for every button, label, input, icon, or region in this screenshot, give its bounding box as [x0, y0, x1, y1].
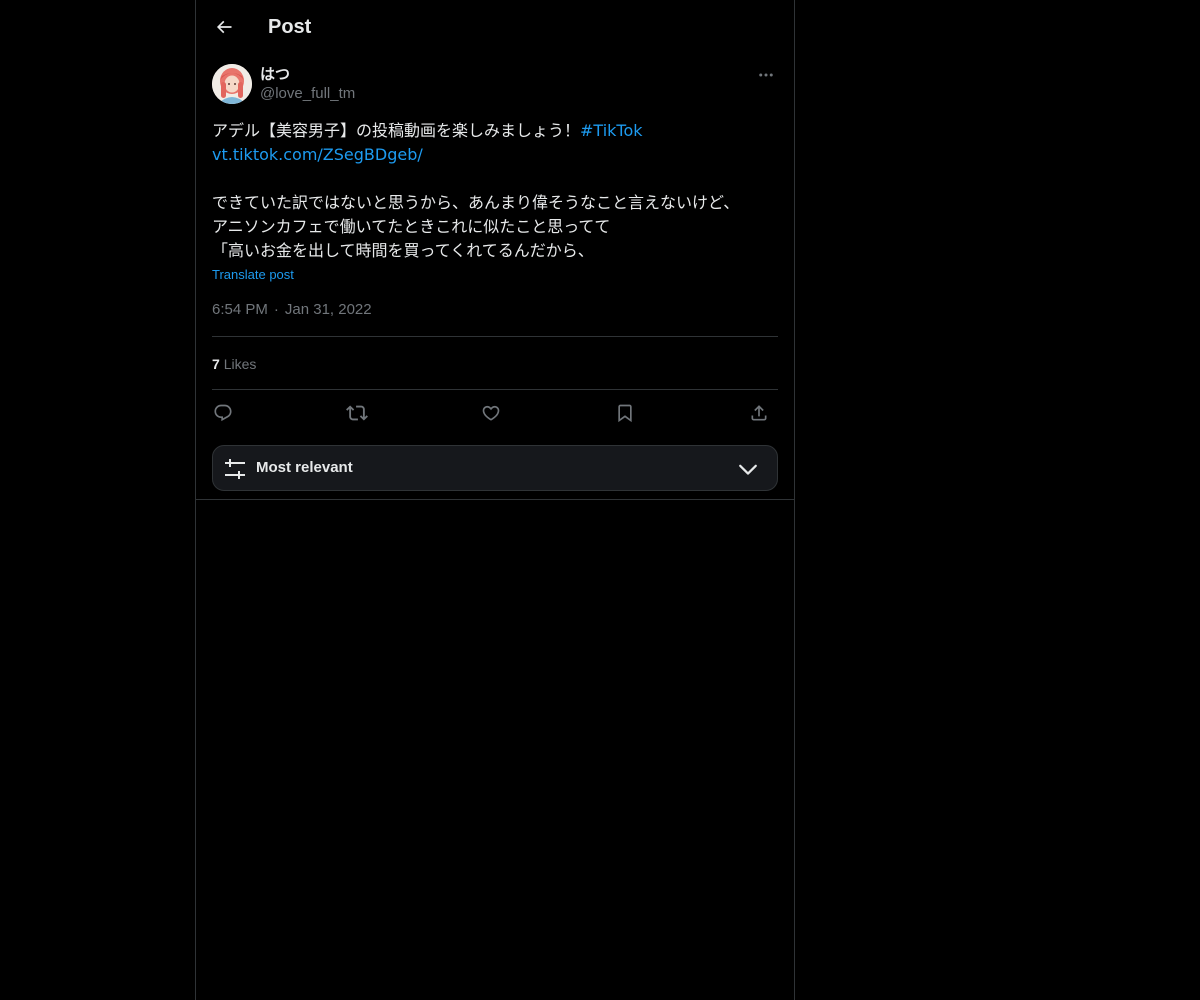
post-timestamp[interactable]: 6:54 PM · Jan 31, 2022 — [212, 300, 372, 320]
avatar[interactable] — [212, 64, 252, 104]
post-text-line-5: 「高いお金を出して時間を買ってくれてるんだから、 — [212, 241, 594, 260]
post-author[interactable]: はつ @love_full_tm — [260, 64, 355, 104]
reply-button[interactable] — [210, 400, 236, 426]
top-bar: Post — [196, 0, 794, 54]
divider — [212, 336, 778, 337]
post-text-line-1: アデル【美容男子】の投稿動画を楽しみましょう！#TikTok — [212, 119, 778, 143]
post-text-blank-line — [212, 167, 778, 191]
more-horizontal-icon — [759, 73, 773, 77]
author-handle[interactable]: @love_full_tm — [260, 84, 355, 104]
post-time: 6:54 PM — [212, 301, 268, 318]
repost-button[interactable] — [344, 400, 370, 426]
reply-icon — [214, 404, 232, 422]
tiktok-link[interactable]: vt.tiktok.com/ZSegBDgeb/ — [212, 145, 423, 164]
bookmark-button[interactable] — [612, 400, 638, 426]
post-date: Jan 31, 2022 — [284, 301, 372, 318]
like-button[interactable] — [478, 400, 504, 426]
repost-icon — [346, 405, 368, 421]
section-divider — [196, 499, 794, 500]
bookmark-icon — [618, 404, 632, 423]
post-text-content: アデル【美容男子】の投稿動画を楽しみましょう！ — [212, 121, 581, 140]
share-button[interactable] — [746, 400, 772, 426]
chevron-down-icon — [739, 464, 757, 475]
sliders-icon — [225, 459, 245, 479]
post-text-line-3: できていた訳ではないと思うから、あんまり偉そうなこと言えないけど、 — [212, 193, 740, 212]
hashtag-link[interactable]: #TikTok — [580, 121, 643, 140]
back-button[interactable] — [210, 13, 238, 41]
sort-replies-dropdown[interactable]: Most relevant — [212, 445, 778, 491]
more-options-button[interactable] — [754, 64, 778, 86]
likes-label: Likes — [223, 356, 257, 372]
author-display-name[interactable]: はつ — [260, 64, 355, 84]
page-title: Post — [268, 16, 312, 38]
heart-icon — [482, 405, 500, 421]
main-column: Post はつ @love_full_tm アデル【美容男子】の投稿動画を楽しみ… — [195, 0, 795, 1000]
translate-post-link[interactable]: Translate post — [212, 266, 294, 284]
avatar-image — [212, 64, 252, 104]
arrow-left-icon — [216, 20, 232, 34]
likes-count[interactable]: 7 Likes — [212, 354, 256, 374]
divider — [212, 389, 778, 390]
share-icon — [751, 405, 767, 421]
separator-dot: · — [273, 301, 279, 318]
post-text: アデル【美容男子】の投稿動画を楽しみましょう！#TikTok vt.tiktok… — [212, 119, 778, 263]
post-actions — [212, 400, 778, 426]
post-text-line-2: vt.tiktok.com/ZSegBDgeb/ — [212, 143, 778, 167]
sort-label: Most relevant — [256, 459, 353, 476]
post-text-line-4: アニソンカフェで働いてたときこれに似たこと思ってて — [212, 217, 611, 236]
likes-number: 7 — [212, 356, 220, 372]
